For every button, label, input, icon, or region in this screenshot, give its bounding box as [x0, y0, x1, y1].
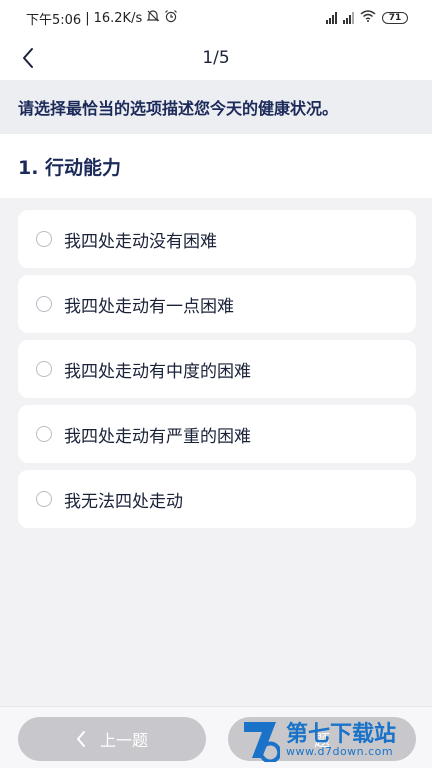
radio-button[interactable]	[36, 231, 52, 247]
option-item[interactable]: 我四处走动没有困难	[18, 210, 416, 268]
option-label: 我无法四处走动	[64, 491, 183, 512]
status-time: 下午5:06	[26, 12, 82, 28]
options-list: 我四处走动没有困难 我四处走动有一点困难 我四处走动有中度的困难 我四处走动有严…	[18, 210, 416, 535]
previous-question-button[interactable]: 上一题	[18, 717, 206, 761]
option-item[interactable]: 我四处走动有一点困难	[18, 275, 416, 333]
question-title: 1. 行动能力	[0, 134, 432, 198]
option-item[interactable]: 我四处走动有中度的困难	[18, 340, 416, 398]
nav-bar: 1/5	[0, 36, 432, 80]
previous-button-label: 上一题	[99, 731, 148, 750]
watermark-title: 第七下载站	[286, 721, 397, 747]
status-left: 下午5:06 | 16.2K/s	[26, 9, 178, 28]
watermark-url: www.d7down.com	[286, 744, 394, 758]
network-speed: 16.2K/s	[93, 10, 143, 26]
watermark-logo-icon	[244, 722, 280, 762]
chevron-left-icon	[23, 48, 33, 68]
status-bar: 下午5:06 | 16.2K/s 71	[0, 0, 432, 36]
cellular-signal-2-icon	[343, 12, 354, 24]
chevron-left-icon	[76, 731, 85, 747]
option-item[interactable]: 我无法四处走动	[18, 470, 416, 528]
status-separator: |	[85, 10, 90, 26]
cellular-signal-icon	[326, 12, 337, 24]
radio-button[interactable]	[36, 491, 52, 507]
option-label: 我四处走动没有困难	[64, 231, 217, 252]
mute-icon	[146, 9, 160, 27]
option-label: 我四处走动有中度的困难	[64, 361, 251, 382]
option-label: 我四处走动有一点困难	[64, 296, 234, 317]
alarm-icon	[164, 9, 178, 27]
wifi-icon	[360, 10, 376, 26]
back-button[interactable]	[14, 44, 42, 72]
battery-icon: 71	[382, 12, 408, 24]
option-label: 我四处走动有严重的困难	[64, 426, 251, 447]
radio-button[interactable]	[36, 296, 52, 312]
radio-button[interactable]	[36, 426, 52, 442]
option-item[interactable]: 我四处走动有严重的困难	[18, 405, 416, 463]
watermark: 第七下载站 www.d7down.com	[240, 712, 430, 768]
instruction-text: 请选择最恰当的选项描述您今天的健康状况。	[0, 80, 432, 134]
radio-button[interactable]	[36, 361, 52, 377]
question-progress: 1/5	[202, 48, 230, 68]
status-right: 71	[326, 10, 408, 26]
